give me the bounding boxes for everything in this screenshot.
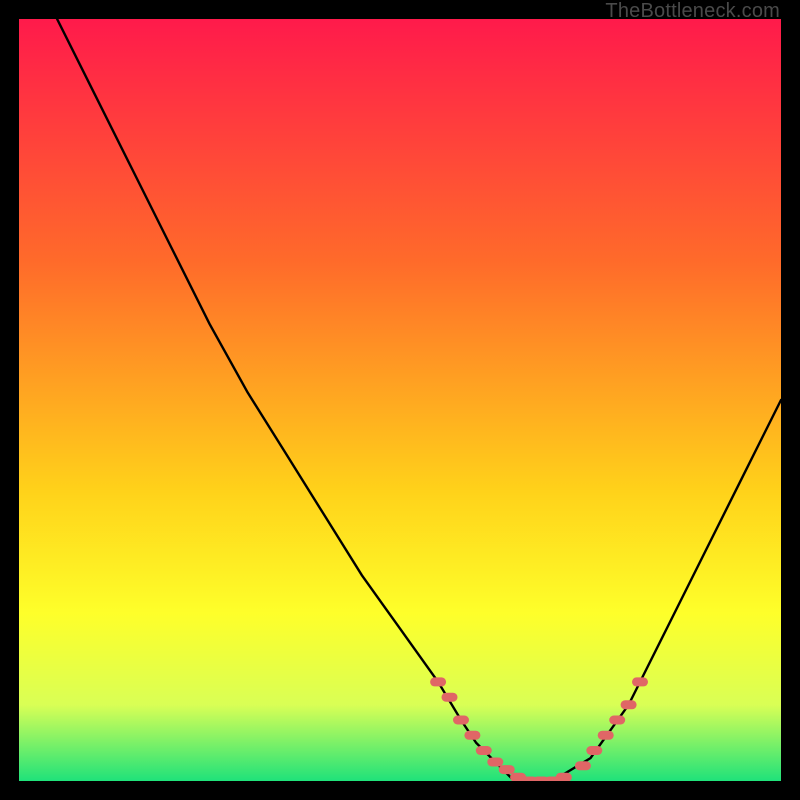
marker-dot — [487, 758, 503, 767]
marker-dot — [586, 746, 602, 755]
marker-dot — [453, 716, 469, 725]
marker-dot — [609, 716, 625, 725]
marker-dot — [575, 761, 591, 770]
marker-dot — [476, 746, 492, 755]
marker-dot — [556, 773, 572, 781]
marker-dot — [598, 731, 614, 740]
chart-svg — [19, 19, 781, 781]
marker-dot — [442, 693, 458, 702]
marker-dot — [632, 677, 648, 686]
marker-dot — [621, 700, 637, 709]
heatmap-background — [19, 19, 781, 781]
marker-dot — [430, 677, 446, 686]
marker-dot — [499, 765, 515, 774]
watermark-text: TheBottleneck.com — [605, 0, 780, 23]
marker-dot — [464, 731, 480, 740]
chart-frame — [19, 19, 781, 781]
